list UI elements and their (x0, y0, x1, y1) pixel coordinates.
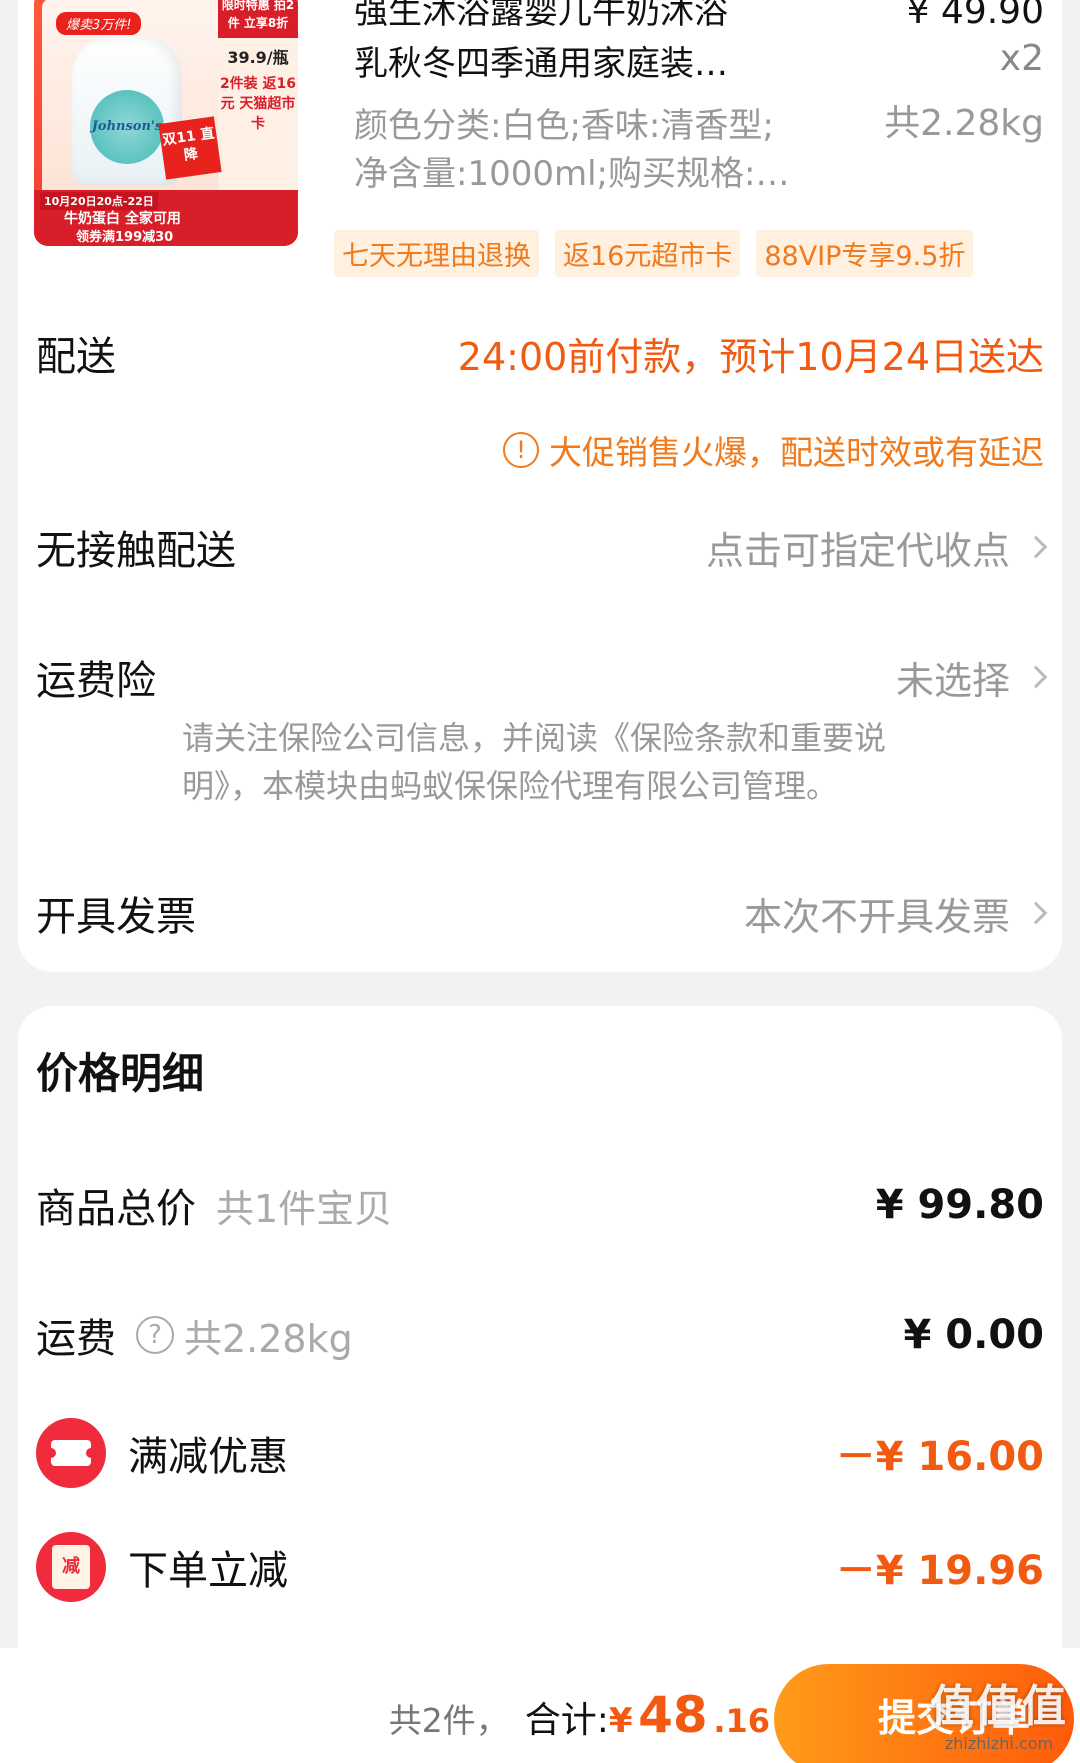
tag-cashback: 返16元超市卡 (555, 230, 741, 277)
product-quantity: x2 (999, 38, 1044, 79)
contactless-label: 无接触配送 (36, 528, 236, 574)
product-thumbnail[interactable]: 爆卖3万件! Johnson's 限时特惠 拍2件 立享8折 39.9/瓶 2件… (34, 0, 298, 246)
item-count: 共2件， (388, 1701, 509, 1740)
thumbnail-promo-top: 限时特惠 拍2件 立享8折 (218, 0, 298, 38)
envelope-text: 减 (52, 1545, 90, 1589)
contactless-row[interactable]: 无接触配送 点击可指定代收点 (36, 518, 1048, 576)
insurance-note[interactable]: 请关注保险公司信息，并阅读《保险条款和重要说明》，本模块由蚂蚁保保险代理有限公司… (182, 714, 952, 810)
product-spec[interactable]: 颜色分类:白色;香味:清香型; 净含量:1000ml;购买规格:… (354, 102, 814, 198)
chevron-right-icon (1024, 901, 1048, 925)
delivery-label: 配送 (36, 334, 116, 380)
contactless-value: 点击可指定代收点 (705, 528, 1010, 573)
shipping-weight: 共2.28kg (184, 1316, 353, 1361)
thumbnail-strip: 10月20日20点-22日 牛奶蛋白 全家可用 领券满199减30 (34, 190, 298, 246)
thumbnail-unit-price: 39.9/瓶 (227, 48, 289, 67)
delivery-warning: ! 大促销售火爆，配送时效或有延迟 (503, 426, 1044, 474)
product-title[interactable]: 强生沐浴露婴儿牛奶沐浴 乳秋冬四季通用家庭装… (354, 0, 814, 90)
product-title-line1: 强生沐浴露婴儿牛奶沐浴 (354, 0, 728, 32)
invoice-value: 本次不开具发票 (743, 894, 1010, 939)
shipping-label: 运费 (36, 1316, 116, 1362)
delivery-estimate: 24:00前付款，预计10月24日送达 (457, 334, 1044, 379)
thumbnail-sale-tag: 双11 直降 (158, 116, 222, 180)
total-currency: ¥ (608, 1701, 633, 1741)
product-title-line2: 乳秋冬四季通用家庭装… (354, 44, 728, 84)
discount-envelope-icon: 减 (36, 1532, 106, 1602)
help-icon[interactable]: ? (136, 1316, 174, 1354)
invoice-value-wrap: 本次不开具发票 (743, 886, 1048, 941)
delivery-warning-text: 大促销售火爆，配送时效或有延迟 (549, 433, 1044, 472)
thumbnail-card-offer: 2件装 返16元 天猫超市卡 (219, 76, 297, 132)
invoice-label: 开具发票 (36, 894, 196, 940)
goods-total-count: 共1件宝贝 (216, 1186, 393, 1231)
shipping-amount: ¥ 0.00 (903, 1312, 1044, 1358)
product-spec-line1: 颜色分类:白色;香味:清香型; (354, 106, 774, 146)
insurance-value-wrap: 未选择 (895, 650, 1048, 705)
thumbnail-badge: 爆卖3万件! (56, 12, 142, 35)
chevron-right-icon (1024, 535, 1048, 559)
thumbnail-promo-panel: 限时特惠 拍2件 立享8折 39.9/瓶 2件装 返16元 天猫超市卡 (218, 0, 298, 190)
watermark-text: 值值值 (930, 1681, 1068, 1732)
tag-return: 七天无理由退换 (334, 230, 539, 277)
delivery-row: 配送 24:00前付款，预计10月24日送达 (36, 324, 1044, 382)
warning-icon: ! (503, 432, 539, 468)
product-weight: 共2.28kg (884, 103, 1044, 144)
goods-total-amount: ¥ 99.80 (875, 1182, 1044, 1228)
insurance-label: 运费险 (36, 658, 156, 704)
chevron-right-icon (1024, 665, 1048, 689)
order-discount-amount: －¥ 19.96 (835, 1548, 1044, 1594)
brand-logo: Johnson's (90, 90, 164, 164)
total-decimal: .16 (713, 1702, 770, 1740)
product-spec-line2: 净含量:1000ml;购买规格:… (354, 154, 790, 194)
full-discount-amount: －¥ 16.00 (835, 1434, 1044, 1480)
thumbnail-coupon: 领券满199减30 (76, 230, 174, 245)
price-detail-title: 价格明细 (36, 1049, 205, 1098)
total-integer: 48 (638, 1686, 708, 1744)
contactless-value-wrap: 点击可指定代收点 (705, 520, 1048, 575)
product-price: ¥ 49.90 (906, 0, 1044, 32)
goods-total-label: 商品总价 (36, 1186, 196, 1232)
total-label: 合计: (524, 1700, 609, 1741)
insurance-value: 未选择 (895, 658, 1010, 703)
insurance-row[interactable]: 运费险 未选择 (36, 648, 1048, 706)
watermark-url: zhizhizhi.com (944, 1734, 1054, 1753)
watermark-logo: 值值值 zhizhizhi.com (930, 1670, 1068, 1753)
service-tags: 七天无理由退换 返16元超市卡 88VIP专享9.5折 (334, 230, 974, 277)
full-discount-label: 满减优惠 (128, 1434, 288, 1480)
goods-total-row: 商品总价 共1件宝贝 ¥ 99.80 (36, 1176, 1044, 1234)
order-total: 共2件， 合计: ¥ 48 .16 (389, 1686, 770, 1744)
shipping-row: 运费 ? 共2.28kg ¥ 0.00 (36, 1306, 1044, 1364)
order-discount-label: 下单立减 (128, 1548, 288, 1594)
order-discount-row: 减 下单立减 －¥ 19.96 (36, 1532, 1044, 1602)
full-discount-row: 满减优惠 －¥ 16.00 (36, 1418, 1044, 1488)
thumbnail-main-text: 牛奶蛋白 全家可用 (64, 211, 181, 227)
total-amount: ¥ 48 .16 (609, 1686, 770, 1744)
tag-vip: 88VIP专享9.5折 (756, 230, 974, 277)
checkout-bar: 共2件， 合计: ¥ 48 .16 提交订单 (0, 1648, 1080, 1763)
invoice-row[interactable]: 开具发票 本次不开具发票 (36, 884, 1048, 942)
coupon-icon (36, 1418, 106, 1488)
